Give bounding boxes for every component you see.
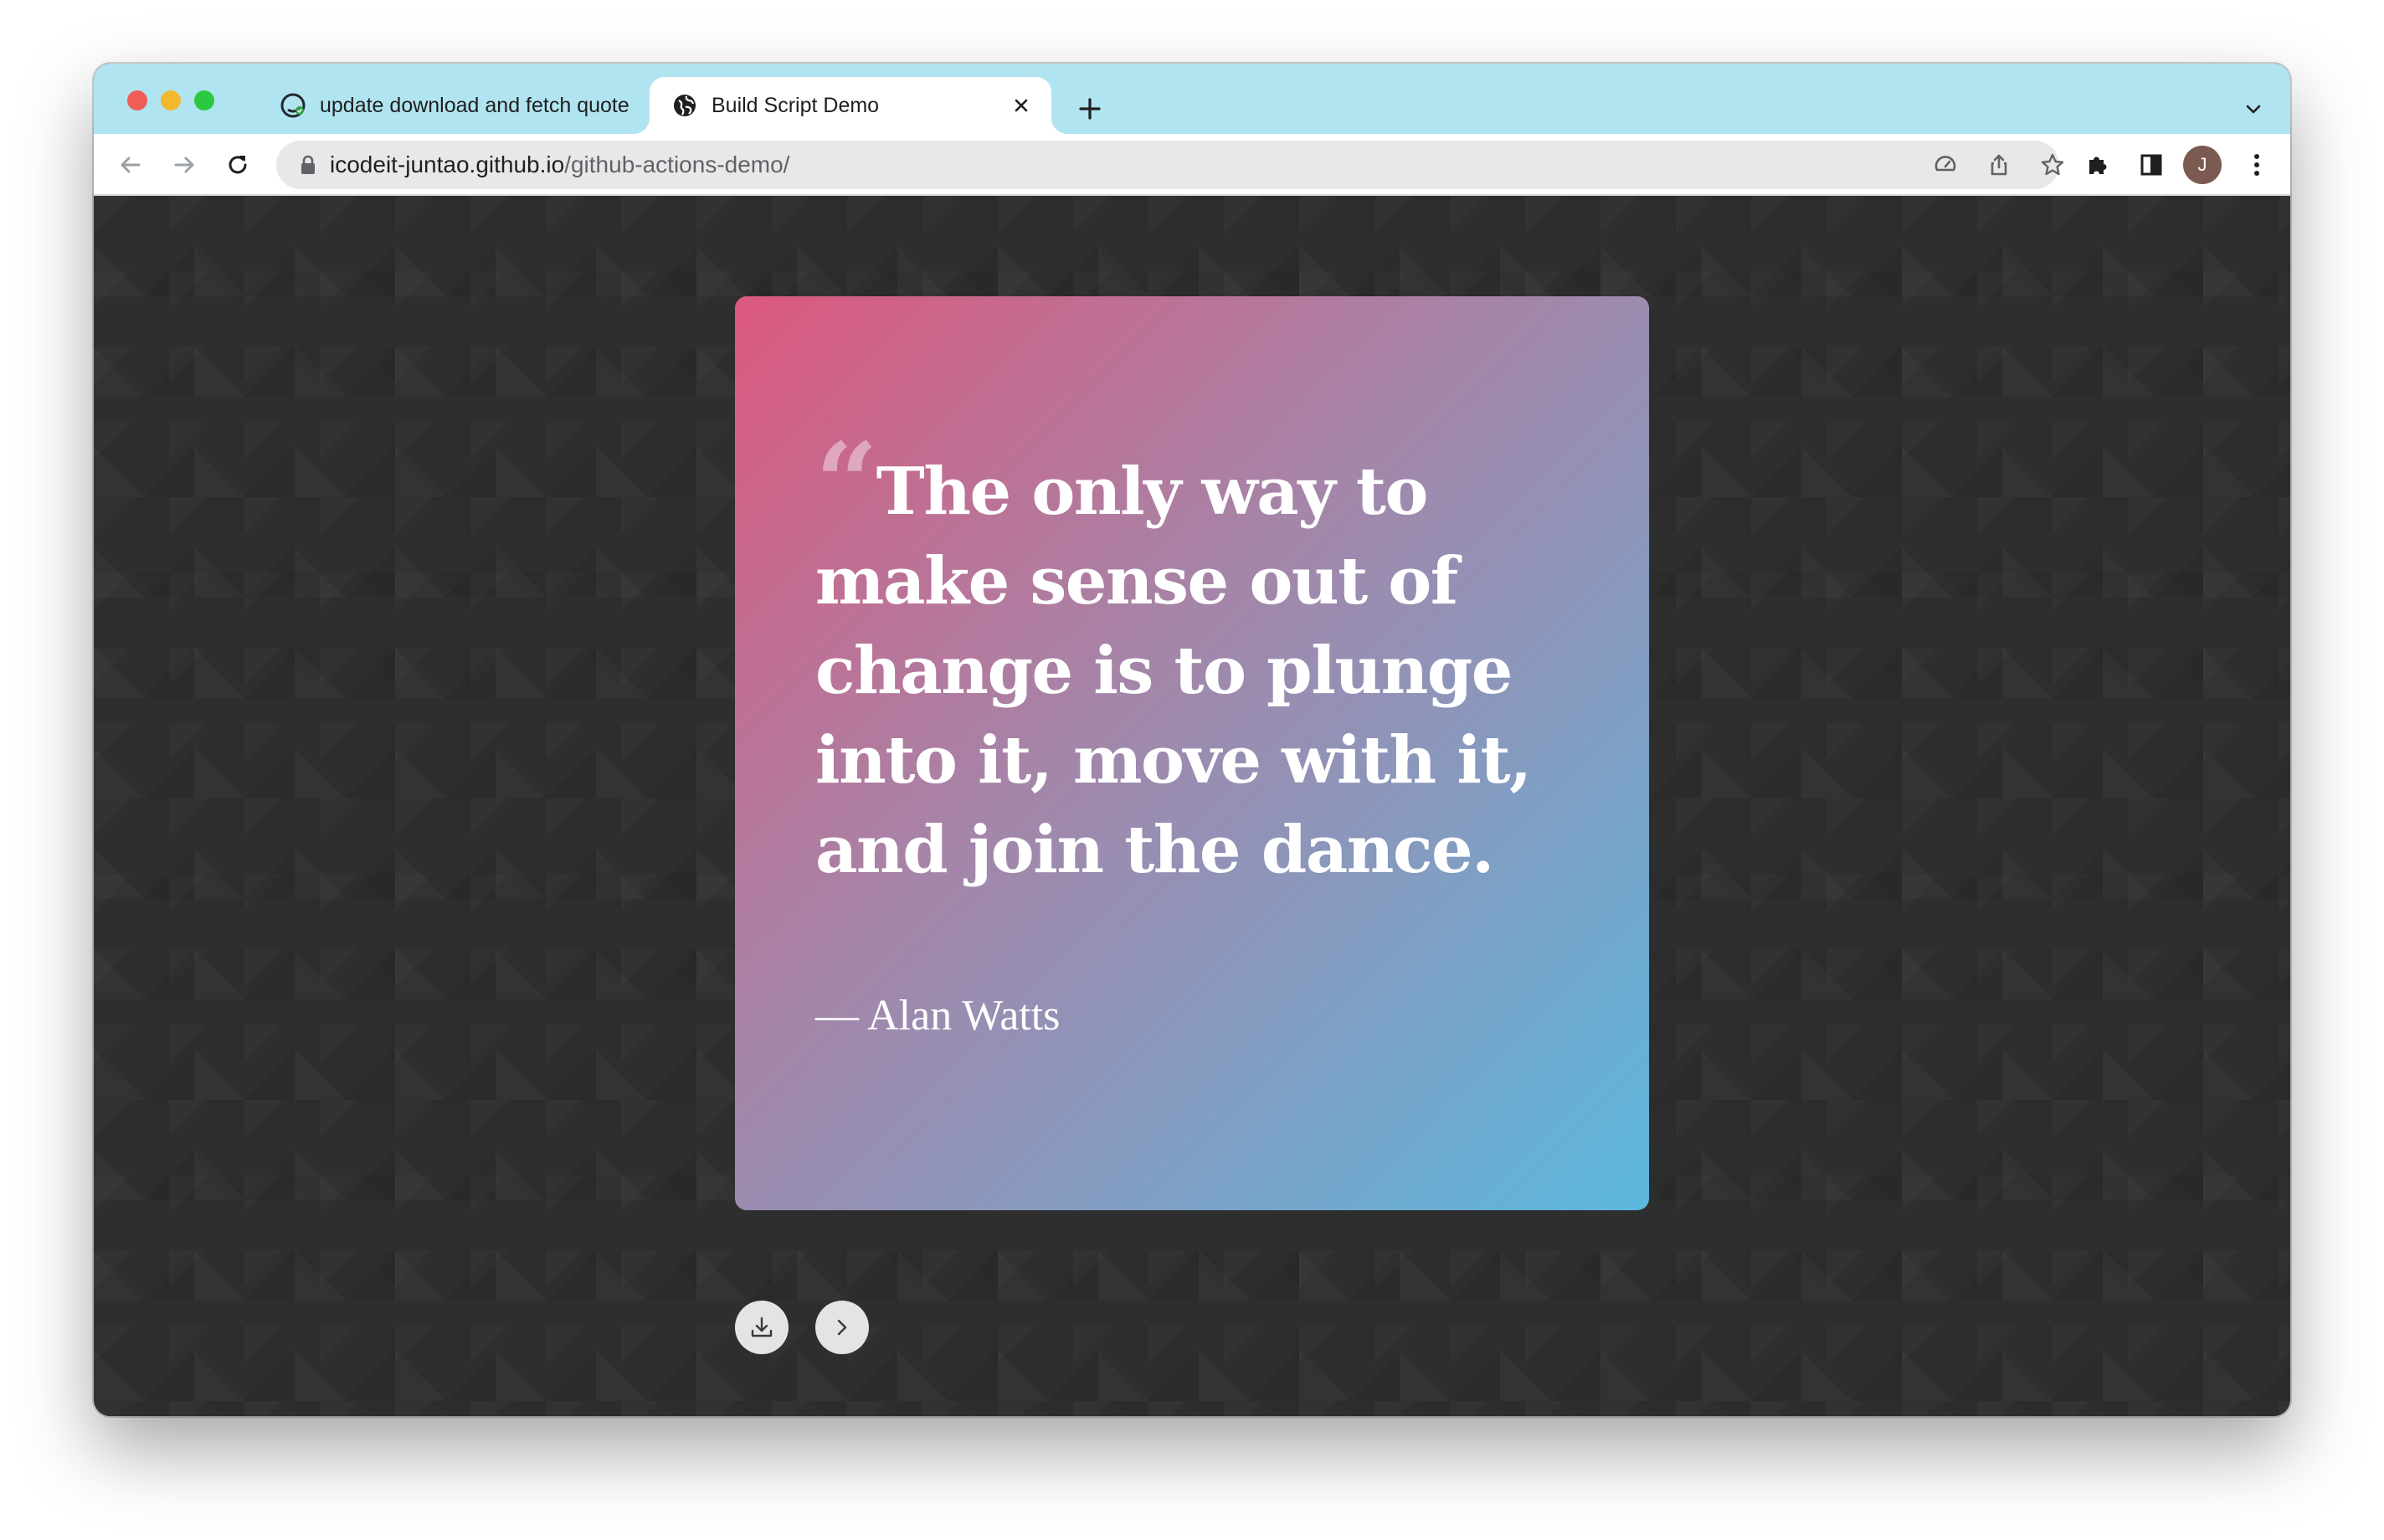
profile-avatar[interactable]: J (2183, 146, 2222, 184)
close-tab-icon[interactable] (1008, 92, 1035, 119)
tab-search-chevron-icon[interactable] (2237, 92, 2270, 126)
chevron-right-icon (837, 1319, 847, 1336)
bookmark-star-icon[interactable] (2037, 150, 2068, 180)
browser-toolbar: icodeit-juntao.github.io/github-actions-… (94, 134, 2290, 196)
tab-title: Build Script Demo (712, 93, 880, 117)
quote-text: The only way to make sense out of change… (815, 454, 1532, 888)
tab-title: update download and fetch quote (320, 93, 629, 117)
maximize-window-button[interactable] (194, 90, 214, 110)
url-path: /github-actions-demo/ (564, 151, 790, 177)
quote-author: — Alan Watts (815, 992, 1061, 1040)
globe-icon (670, 90, 700, 121)
download-button[interactable] (735, 1301, 789, 1354)
url-text[interactable]: icodeit-juntao.github.io/github-actions-… (330, 141, 789, 189)
minimize-window-button[interactable] (161, 90, 181, 110)
url-host: icodeit-juntao.github.io (330, 151, 565, 177)
speedometer-icon[interactable] (1930, 150, 1960, 180)
quote-card: “The only way to make sense out of chang… (735, 296, 1649, 1210)
lock-icon[interactable] (298, 155, 318, 175)
address-bar[interactable]: icodeit-juntao.github.io/github-actions-… (276, 141, 2064, 189)
reload-icon[interactable] (218, 145, 258, 185)
close-window-button[interactable] (127, 90, 147, 110)
back-arrow-icon[interactable] (110, 145, 151, 185)
more-vertical-icon[interactable] (2240, 148, 2274, 182)
quote-text-block: “The only way to make sense out of chang… (815, 429, 1585, 895)
side-panel-icon[interactable] (2135, 148, 2168, 182)
tab-strip: update download and fetch quote Build Sc… (94, 64, 2290, 134)
forward-arrow-icon[interactable] (164, 145, 204, 185)
open-quote-icon: “ (815, 418, 878, 547)
github-icon (278, 90, 308, 121)
page-content: “The only way to make sense out of chang… (94, 196, 2290, 1416)
extensions-puzzle-icon[interactable] (2081, 148, 2114, 182)
share-icon[interactable] (1984, 150, 2014, 180)
next-quote-button[interactable] (815, 1301, 869, 1354)
new-tab-icon[interactable] (1073, 92, 1107, 126)
tab-build-script-demo[interactable]: Build Script Demo (633, 77, 1068, 134)
download-icon (751, 1317, 773, 1337)
browser-window: update download and fetch quote Build Sc… (94, 64, 2290, 1416)
